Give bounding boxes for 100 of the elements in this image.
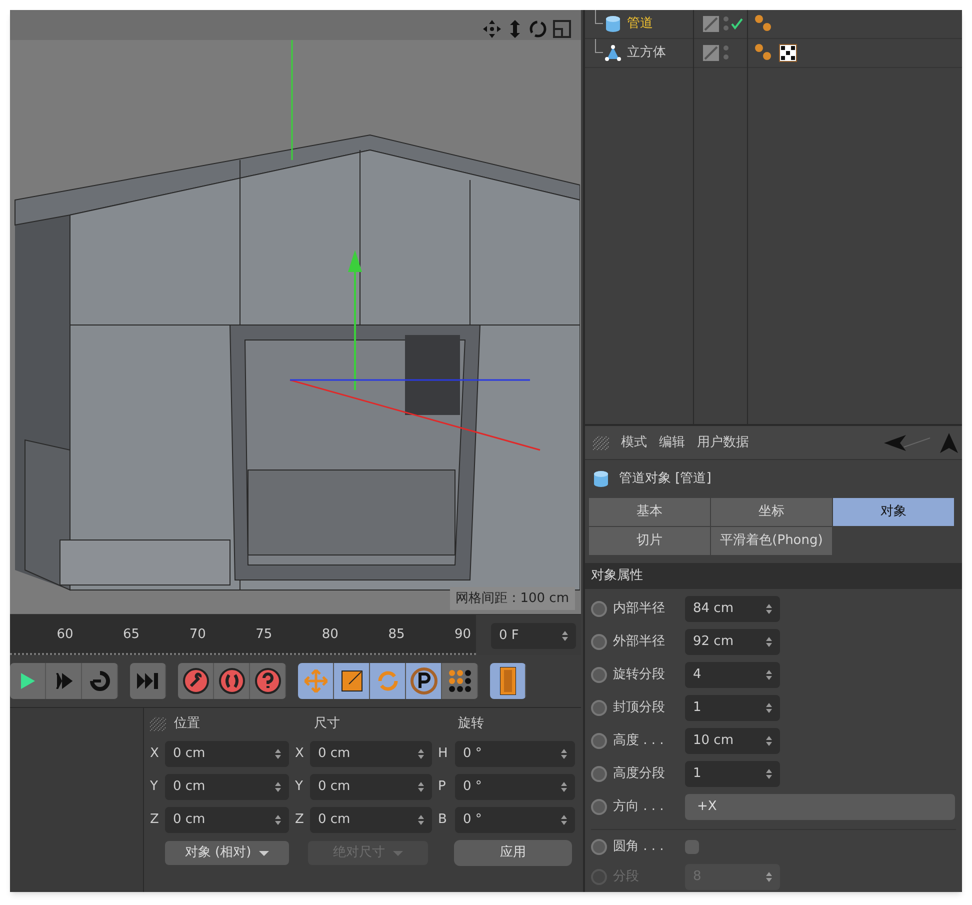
animate-radio[interactable] [591,667,607,683]
number-field[interactable]: 1 [685,695,780,721]
spinner-arrows-icon[interactable] [418,749,424,759]
property-label: 封顶分段 [613,699,666,718]
spinner-arrows-icon[interactable] [766,736,772,746]
spinner-arrows-icon[interactable] [561,782,567,792]
apply-button[interactable]: 应用 [454,840,572,866]
attribute-tab[interactable]: 坐标 [711,498,832,526]
spinner-arrows-icon[interactable] [561,815,567,825]
spinner-arrows-icon[interactable] [766,703,772,713]
number-field[interactable]: 0 cm [310,807,432,833]
dots-toggle-icon[interactable] [723,45,729,61]
next-frame-button[interactable] [46,663,82,699]
attribute-tab[interactable]: 对象 [833,498,954,526]
window-layout-icon[interactable] [552,19,572,39]
move-tool-button[interactable] [298,663,334,699]
visibility-toggle-icon[interactable] [703,45,719,61]
dots-toggle-icon[interactable] [723,16,729,32]
checkbox[interactable] [685,840,699,854]
attribute-tab[interactable]: 基本 [589,498,710,526]
spinner-arrows-icon[interactable] [562,631,568,641]
back-arrow-icon[interactable] [884,432,932,452]
direction-dropdown[interactable]: +X [685,794,955,820]
axis-label: Z [295,811,305,830]
timeline-button[interactable] [490,663,526,699]
viewport[interactable]: 网格间距 : 100 cm [10,10,581,615]
number-field[interactable]: 0 cm [165,774,289,800]
spinner-arrows-icon[interactable] [275,815,281,825]
animate-radio[interactable] [591,799,607,815]
coordinate-mode-dropdown[interactable]: 对象 (相对) [165,841,289,865]
property-label: 方向 . . . [613,798,665,816]
cylinder-icon [605,15,621,33]
animate-radio[interactable] [591,766,607,782]
axis-label: Y [150,778,159,796]
timeline-ruler[interactable]: 60 65 70 75 80 85 90 [10,615,476,655]
points-mode-button[interactable] [442,663,478,699]
spinner-arrows-icon[interactable] [275,749,281,759]
property-label: 高度分段 [613,765,666,784]
letter-circle-icon [410,667,438,695]
spinner-arrows-icon[interactable] [418,815,424,825]
axis-label: X [150,745,160,764]
menu-item[interactable]: 用户数据 [691,428,755,458]
auto-key-button[interactable] [214,663,250,699]
spinner-arrows-icon[interactable] [766,637,772,647]
object-title: 管道对象 [管道] [619,470,712,488]
checker-tag-icon[interactable] [779,44,797,62]
number-field[interactable]: 10 cm [685,728,780,754]
help-key-button[interactable] [250,663,286,699]
triangle-vertices-icon [605,45,621,61]
grip-icon[interactable] [593,436,609,450]
record-key-button[interactable] [178,663,214,699]
number-field[interactable]: 0 ° [455,774,575,800]
visibility-toggle-icon[interactable] [703,16,719,32]
menu-item[interactable]: 模式 [615,428,653,458]
move-view-icon[interactable] [482,19,502,39]
spinner-arrows-icon[interactable] [418,782,424,792]
frame-field[interactable]: 0 F [491,623,576,649]
animate-radio[interactable] [591,634,607,650]
spinner-arrows-icon[interactable] [766,872,772,882]
spinner-arrows-icon[interactable] [561,749,567,759]
loop-button[interactable] [82,663,118,699]
rotate-view-icon[interactable] [528,19,548,39]
scale-tool-button[interactable] [334,663,370,699]
axis-label: B [438,811,448,830]
number-field[interactable]: 1 [685,761,780,787]
attribute-tab[interactable]: 平滑着色(Phong) [711,527,832,555]
frame-tick-label: 70 [189,626,206,644]
number-field[interactable]: 0 ° [455,741,575,767]
spinner-arrows-icon[interactable] [766,769,772,779]
go-to-end-button[interactable] [130,663,166,699]
spinner-arrows-icon[interactable] [766,604,772,614]
check-icon[interactable] [731,18,743,30]
number-field[interactable]: 4 [685,662,780,688]
attribute-tab[interactable]: 切片 [589,527,710,555]
animate-radio[interactable] [591,601,607,617]
object-name[interactable]: 管道 [627,14,697,34]
parameter-button[interactable] [406,663,442,699]
number-field[interactable]: 92 cm [685,629,780,655]
next-frame-icon [54,673,72,689]
play-button[interactable] [10,663,46,699]
property-label: 旋转分段 [613,666,666,684]
up-arrow-icon[interactable] [940,432,958,452]
number-field[interactable]: 0 cm [165,807,289,833]
menu-item[interactable]: 编辑 [653,428,691,458]
number-field[interactable]: 84 cm [685,596,780,622]
key-icon [182,668,208,694]
frame-tick-label: 65 [123,626,140,644]
animate-radio[interactable] [591,733,607,749]
number-field[interactable]: 0 cm [310,741,432,767]
number-field[interactable]: 0 ° [455,807,575,833]
column-header: 旋转 [458,715,484,734]
grip-icon[interactable] [150,717,166,731]
spinner-arrows-icon[interactable] [766,670,772,680]
animate-radio[interactable] [591,838,607,854]
number-field[interactable]: 0 cm [310,774,432,800]
number-field[interactable]: 0 cm [165,741,289,767]
animate-radio[interactable] [591,700,607,716]
object-name[interactable]: 立方体 [627,43,697,63]
property-label: 外部半径 [613,633,666,652]
spinner-arrows-icon[interactable] [275,782,281,792]
